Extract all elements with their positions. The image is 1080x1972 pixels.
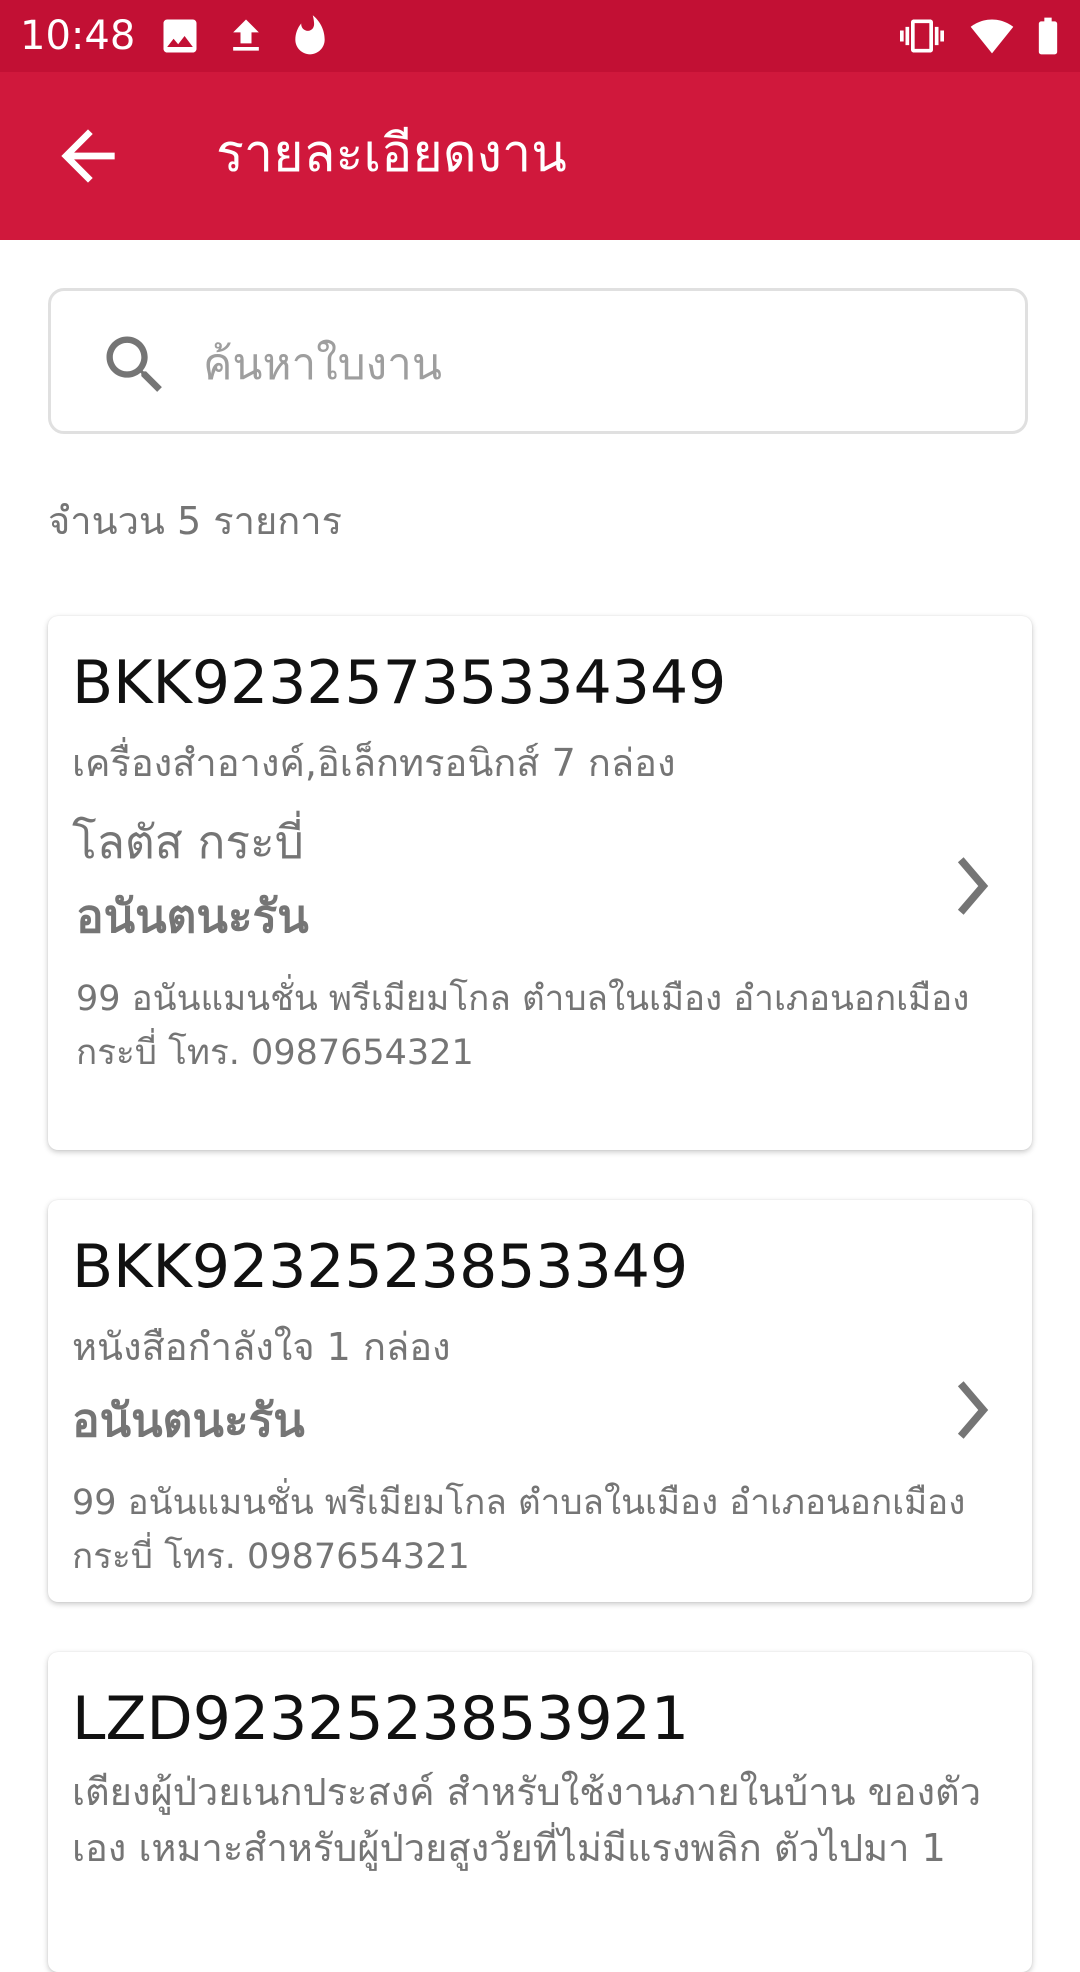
tracking-number: BKK9232523853349 xyxy=(72,1232,689,1302)
parcel-description: เครื่องสำอางค์,อิเล็กทรอนิกส์ 7 กล่อง xyxy=(72,741,676,785)
search-box[interactable] xyxy=(48,288,1028,434)
store-name: โลตัส กระบี่ xyxy=(72,815,304,869)
recipient-address: 99 อนันแมนชั่น พรีเมียมโกล ตำบลในเมือง อ… xyxy=(76,979,970,1073)
app-bar: รายละเอียดงาน xyxy=(0,72,1080,240)
job-card[interactable]: BKK9232523853349 หนังสือกำลังใจ 1 กล่อง … xyxy=(48,1200,1032,1602)
tracking-number: LZD9232523853921 xyxy=(72,1684,689,1754)
battery-icon xyxy=(1038,17,1058,55)
upload-icon xyxy=(233,19,259,51)
search-input[interactable] xyxy=(201,315,985,413)
recipient-name: อนันตนะรัน xyxy=(72,1393,305,1447)
image-icon xyxy=(163,19,197,53)
wifi-icon xyxy=(970,19,1014,54)
fire-icon xyxy=(295,15,325,55)
job-card[interactable]: BKK92325735334349 เครื่องสำอางค์,อิเล็กท… xyxy=(48,616,1032,1150)
recipient-name: อนันตนะรัน xyxy=(76,889,309,943)
job-card[interactable]: LZD9232523853921 เตียงผู้ป่วยเนกประสงค์ … xyxy=(48,1652,1032,1972)
arrow-left-icon xyxy=(61,129,115,183)
vibrate-icon xyxy=(900,19,944,53)
back-button[interactable] xyxy=(48,116,128,196)
parcel-description: หนังสือกำลังใจ 1 กล่อง xyxy=(72,1325,451,1369)
chevron-right-icon xyxy=(957,1381,989,1439)
parcel-description: เตียงผู้ป่วยเนกประสงค์ สำหรับใช้งานภายใน… xyxy=(72,1770,982,1870)
status-bar: 10:48 xyxy=(0,0,1080,72)
status-time: 10:48 xyxy=(20,13,136,59)
item-count: จำนวน 5 รายการ xyxy=(48,499,342,543)
search-icon xyxy=(106,336,162,392)
page-title: รายละเอียดงาน xyxy=(216,124,567,184)
recipient-address: 99 อนันแมนชั่น พรีเมียมโกล ตำบลในเมือง อ… xyxy=(72,1483,966,1577)
chevron-right-icon xyxy=(957,857,989,915)
tracking-number: BKK92325735334349 xyxy=(72,648,727,718)
